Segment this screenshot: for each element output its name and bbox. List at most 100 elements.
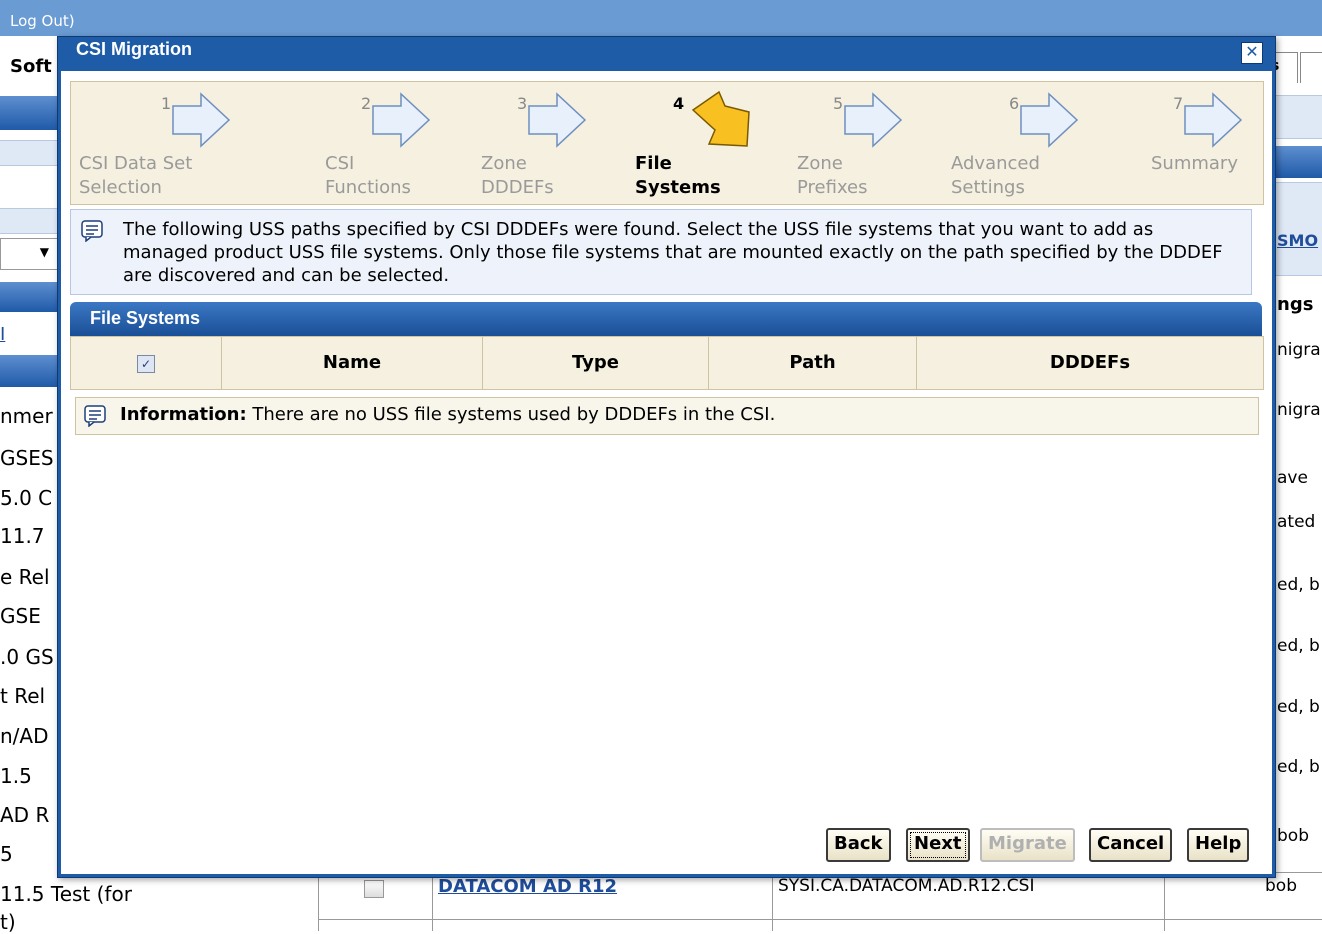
- background-text: ed, b 13so: [1277, 636, 1322, 656]
- step-number: 7: [1173, 94, 1184, 113]
- cancel-button[interactable]: Cancel: [1089, 828, 1173, 862]
- select-all-checkbox[interactable]: ✓: [137, 355, 155, 373]
- background-section-bar: [0, 355, 60, 387]
- background-text: nigra 13so: [1277, 340, 1322, 360]
- background-text: n/AD: [0, 724, 49, 748]
- next-button[interactable]: Next: [906, 828, 970, 862]
- info-message: Information: There are no USS file syste…: [120, 404, 775, 425]
- background-text: e Rel: [0, 565, 50, 589]
- background-text: ed, b 13so: [1277, 575, 1322, 595]
- table-row-name-link[interactable]: DATACOM AD R12: [438, 876, 617, 897]
- background-tab-2[interactable]: [1300, 52, 1322, 83]
- empty-table-info: Information: There are no USS file syste…: [75, 397, 1259, 435]
- row-checkbox[interactable]: [364, 880, 384, 898]
- step-number: 2: [361, 94, 372, 113]
- background-column-header: ngs: [1277, 294, 1314, 315]
- background-text: GSES: [0, 446, 54, 470]
- step-number: 4: [673, 94, 685, 113]
- background-link[interactable]: SMO: [1277, 230, 1322, 251]
- panel-title: File Systems: [90, 308, 201, 328]
- step-arrow-icon: [372, 92, 431, 148]
- step-arrow-icon: [528, 92, 587, 148]
- background-text: 1.5: [0, 764, 32, 788]
- background-section-bar: [0, 96, 60, 130]
- background-text: ave: [1277, 468, 1308, 488]
- logout-link[interactable]: Log Out): [10, 12, 75, 30]
- table-row-owner: bob: [1265, 876, 1297, 896]
- step-number: 5: [833, 94, 844, 113]
- background-dropdown[interactable]: ▼: [0, 238, 58, 270]
- help-button[interactable]: Help: [1187, 828, 1250, 862]
- background-text: ed, b 13so: [1277, 697, 1322, 717]
- background-text: ed, b 13so: [1277, 757, 1322, 777]
- background-text: 11.7: [0, 524, 45, 548]
- close-icon[interactable]: ✕: [1241, 42, 1263, 64]
- background-text: GSE: [0, 604, 41, 628]
- column-header-type[interactable]: Type: [483, 337, 709, 389]
- grid-line: [318, 919, 1322, 920]
- background-text: 5.0 C: [0, 486, 53, 510]
- info-message-icon: [81, 220, 103, 242]
- info-label: Information:: [120, 404, 247, 425]
- info-message-icon: [84, 405, 106, 427]
- chevron-down-icon: ▼: [39, 245, 49, 259]
- step-number: 1: [161, 94, 172, 113]
- background-text: .0 GS: [0, 645, 54, 669]
- step-number: 6: [1009, 94, 1020, 113]
- select-all-column: ✓: [71, 337, 222, 389]
- back-button[interactable]: Back: [826, 828, 891, 862]
- file-systems-table-header: ✓ Name Type Path DDDEFs: [70, 336, 1264, 390]
- wizard-steps: 1 CSI Data Set Selection 2 CSI Functions 3…: [70, 81, 1264, 205]
- wizard-step-2[interactable]: 2 CSI Functions: [325, 82, 465, 204]
- app-title-fragment: Soft: [10, 56, 52, 77]
- background-text: 5: [0, 842, 13, 866]
- column-header-name[interactable]: Name: [222, 337, 483, 389]
- background-text: AD R: [0, 803, 50, 827]
- wizard-step-4[interactable]: 4 File Systems: [635, 82, 765, 204]
- background-row: [1275, 182, 1322, 276]
- column-header-path[interactable]: Path: [709, 337, 917, 389]
- background-text: 11.5 Test (for: [0, 882, 132, 906]
- banner-text: The following USS paths specified by CSI…: [123, 219, 1223, 286]
- background-text: nigra 13so: [1277, 400, 1322, 420]
- background-text: ated be, th: [1277, 512, 1322, 532]
- background-section-bar: [0, 282, 60, 312]
- step-label: Advanced Settings: [951, 153, 1040, 198]
- wizard-step-6[interactable]: 6 Advanced Settings: [951, 82, 1081, 204]
- wizard-step-1[interactable]: 1 CSI Data Set Selection: [79, 82, 239, 204]
- step-arrow-active-icon: [691, 90, 750, 147]
- wizard-step-5[interactable]: 5 Zone Prefixes: [797, 82, 927, 204]
- wizard-step-3[interactable]: 3 Zone DDDEFs: [481, 82, 601, 204]
- background-link[interactable]: I: [0, 324, 56, 345]
- background-text: bob: [1277, 826, 1309, 846]
- column-header-dddefs[interactable]: DDDEFs: [917, 337, 1263, 389]
- background-text: t): [0, 910, 16, 934]
- step-arrow-icon: [1184, 92, 1243, 148]
- step-label: Summary: [1151, 153, 1238, 174]
- grid-line: [318, 873, 319, 931]
- wizard-step-7[interactable]: 7 Summary: [1151, 82, 1259, 204]
- step-label: Zone Prefixes: [797, 153, 868, 198]
- step-arrow-icon: [1020, 92, 1079, 148]
- step-arrow-icon: [844, 92, 903, 148]
- step-label: File Systems: [635, 153, 721, 198]
- grid-line: [772, 873, 773, 931]
- file-systems-panel-header: File Systems: [70, 302, 1262, 336]
- csi-migration-dialog: CSI Migration ✕ 1 CSI Data Set Selection …: [57, 36, 1276, 878]
- background-row: [0, 208, 60, 234]
- info-text: There are no USS file systems used by DD…: [246, 404, 776, 425]
- migrate-button[interactable]: Migrate: [980, 828, 1075, 862]
- table-row-csi: SYSI.CA.DATACOM.AD.R12.CSI: [778, 876, 1035, 896]
- step-number: 3: [517, 94, 528, 113]
- background-text: t Rel: [0, 684, 46, 708]
- background-row: [0, 140, 60, 166]
- step-label: Zone DDDEFs: [481, 153, 554, 198]
- background-section-bar: [1275, 146, 1322, 178]
- grid-line: [1164, 873, 1165, 931]
- step-label: CSI Data Set Selection: [79, 153, 193, 198]
- info-banner: The following USS paths specified by CSI…: [70, 209, 1252, 295]
- background-row: [1275, 95, 1322, 139]
- app-header-bar: Log Out): [0, 0, 1322, 36]
- background-text: nmer: [0, 404, 53, 428]
- step-label: CSI Functions: [325, 153, 411, 198]
